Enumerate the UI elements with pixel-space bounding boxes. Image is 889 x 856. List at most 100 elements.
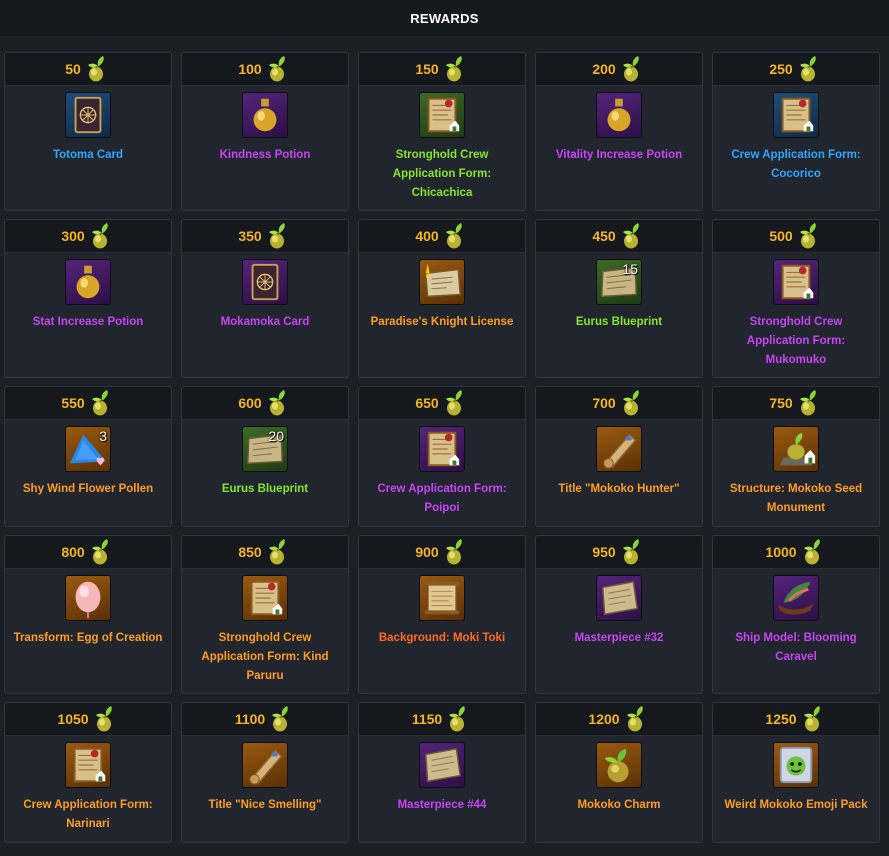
license-icon[interactable] — [419, 259, 465, 305]
mokoko-seed-icon — [624, 705, 650, 733]
reward-card: 1000 Ship Model: Blooming Caravel — [712, 535, 880, 694]
reward-card: 250 Crew Application Form: Cocorico — [712, 52, 880, 211]
reward-name: Shy Wind Flower Pollen — [22, 483, 154, 495]
application-form-icon[interactable] — [419, 426, 465, 472]
reward-card: 50 Totoma Card — [4, 52, 172, 211]
application-form-icon[interactable] — [242, 575, 288, 621]
reward-card: 200 Vitality Increase Potion — [535, 52, 703, 211]
reward-points-header: 750 — [713, 387, 879, 420]
mokoko-seed-icon — [443, 222, 469, 250]
application-form-icon[interactable] — [65, 742, 111, 788]
mokoko-seed-icon — [797, 389, 823, 417]
application-form-icon[interactable] — [773, 259, 819, 305]
scroll-icon[interactable] — [242, 742, 288, 788]
potion-icon[interactable] — [596, 92, 642, 138]
reward-points-header: 850 — [182, 536, 348, 569]
reward-points-header: 200 — [536, 53, 702, 86]
potion-icon[interactable] — [242, 92, 288, 138]
masterpiece-icon[interactable] — [596, 575, 642, 621]
mokoko-seed-icon — [620, 55, 646, 83]
reward-points: 500 — [769, 228, 793, 244]
mokoko-seed-icon — [620, 222, 646, 250]
reward-card: 1200 Mokoko Charm — [535, 702, 703, 843]
mokoko-seed-icon — [89, 389, 115, 417]
background-scroll-icon[interactable] — [419, 575, 465, 621]
reward-points: 800 — [61, 544, 85, 560]
egg-icon[interactable] — [65, 575, 111, 621]
mokoko-seed-icon — [266, 55, 292, 83]
reward-points: 150 — [415, 61, 439, 77]
reward-points: 1200 — [588, 711, 620, 727]
mokoko-seed-icon — [620, 538, 646, 566]
reward-points: 250 — [769, 61, 793, 77]
mokoko-seed-icon — [269, 705, 295, 733]
reward-points-header: 250 — [713, 53, 879, 86]
reward-card: 1100 Title "Nice Smelling" — [181, 702, 349, 843]
reward-points-header: 350 — [182, 220, 348, 253]
reward-points: 950 — [592, 544, 616, 560]
rewards-header: REWARDS — [0, 0, 889, 36]
reward-name: Transform: Egg of Creation — [13, 632, 163, 644]
reward-points-header: 1100 — [182, 703, 348, 736]
reward-name: Structure: Mokoko Seed Monument — [729, 483, 863, 514]
item-count: 15 — [622, 261, 638, 277]
application-form-icon[interactable] — [419, 92, 465, 138]
reward-card: 450 15 Eurus Blueprint — [535, 219, 703, 378]
card-icon[interactable] — [65, 92, 111, 138]
reward-points-header: 1250 — [713, 703, 879, 736]
mokoko-seed-icon — [446, 705, 472, 733]
reward-name: Stronghold Crew Application Form: Kind P… — [201, 632, 329, 682]
reward-card: 850 Stronghold Crew Application Form: Ki… — [181, 535, 349, 694]
reward-points: 750 — [769, 395, 793, 411]
reward-card: 1250 Weird Mokoko Emoji Pack — [712, 702, 880, 843]
reward-name: Kindness Potion — [219, 149, 311, 161]
pollen-icon[interactable]: 3 — [65, 426, 111, 472]
reward-name: Totoma Card — [52, 149, 124, 161]
reward-points-header: 1150 — [359, 703, 525, 736]
reward-card: 800 Transform: Egg of Creation — [4, 535, 172, 694]
reward-points: 1000 — [765, 544, 797, 560]
reward-points-header: 900 — [359, 536, 525, 569]
potion-icon[interactable] — [65, 259, 111, 305]
reward-points: 400 — [415, 228, 439, 244]
reward-name: Weird Mokoko Emoji Pack — [724, 799, 868, 811]
reward-points: 650 — [415, 395, 439, 411]
mokoko-charm-icon[interactable] — [596, 742, 642, 788]
scroll-icon[interactable] — [596, 426, 642, 472]
reward-points: 850 — [238, 544, 262, 560]
reward-card: 300 Stat Increase Potion — [4, 219, 172, 378]
card-icon[interactable] — [242, 259, 288, 305]
reward-points: 1050 — [57, 711, 89, 727]
reward-card: 600 20 Eurus Blueprint — [181, 386, 349, 527]
reward-points-header: 500 — [713, 220, 879, 253]
reward-card: 550 3 Shy Wind Flower Pollen — [4, 386, 172, 527]
reward-points: 700 — [592, 395, 616, 411]
mokoko-seed-icon — [797, 222, 823, 250]
reward-points-header: 50 — [5, 53, 171, 86]
reward-card: 1150 Masterpiece #44 — [358, 702, 526, 843]
reward-points-header: 450 — [536, 220, 702, 253]
emoji-pack-icon[interactable] — [773, 742, 819, 788]
masterpiece-icon[interactable] — [419, 742, 465, 788]
reward-points: 900 — [415, 544, 439, 560]
reward-card: 500 Stronghold Crew Application Form: Mu… — [712, 219, 880, 378]
mokoko-seed-icon — [266, 538, 292, 566]
rewards-grid: 50 Totoma Card 100 Kindness Potion 150 S… — [4, 52, 880, 843]
monument-icon[interactable] — [773, 426, 819, 472]
reward-card: 350 Mokamoka Card — [181, 219, 349, 378]
reward-points: 550 — [61, 395, 85, 411]
reward-card: 100 Kindness Potion — [181, 52, 349, 211]
reward-name: Title "Nice Smelling" — [208, 799, 322, 811]
reward-name: Title "Mokoko Hunter" — [558, 483, 680, 495]
reward-name: Stronghold Crew Application Form: Chicac… — [392, 149, 492, 199]
reward-card: 650 Crew Application Form: Poipoi — [358, 386, 526, 527]
blueprint-icon[interactable]: 15 — [596, 259, 642, 305]
reward-points-header: 700 — [536, 387, 702, 420]
reward-name: Mokoko Charm — [577, 799, 661, 811]
ship-icon[interactable] — [773, 575, 819, 621]
reward-points: 450 — [592, 228, 616, 244]
blueprint-icon[interactable]: 20 — [242, 426, 288, 472]
application-form-icon[interactable] — [773, 92, 819, 138]
reward-points-header: 650 — [359, 387, 525, 420]
reward-points-header: 400 — [359, 220, 525, 253]
